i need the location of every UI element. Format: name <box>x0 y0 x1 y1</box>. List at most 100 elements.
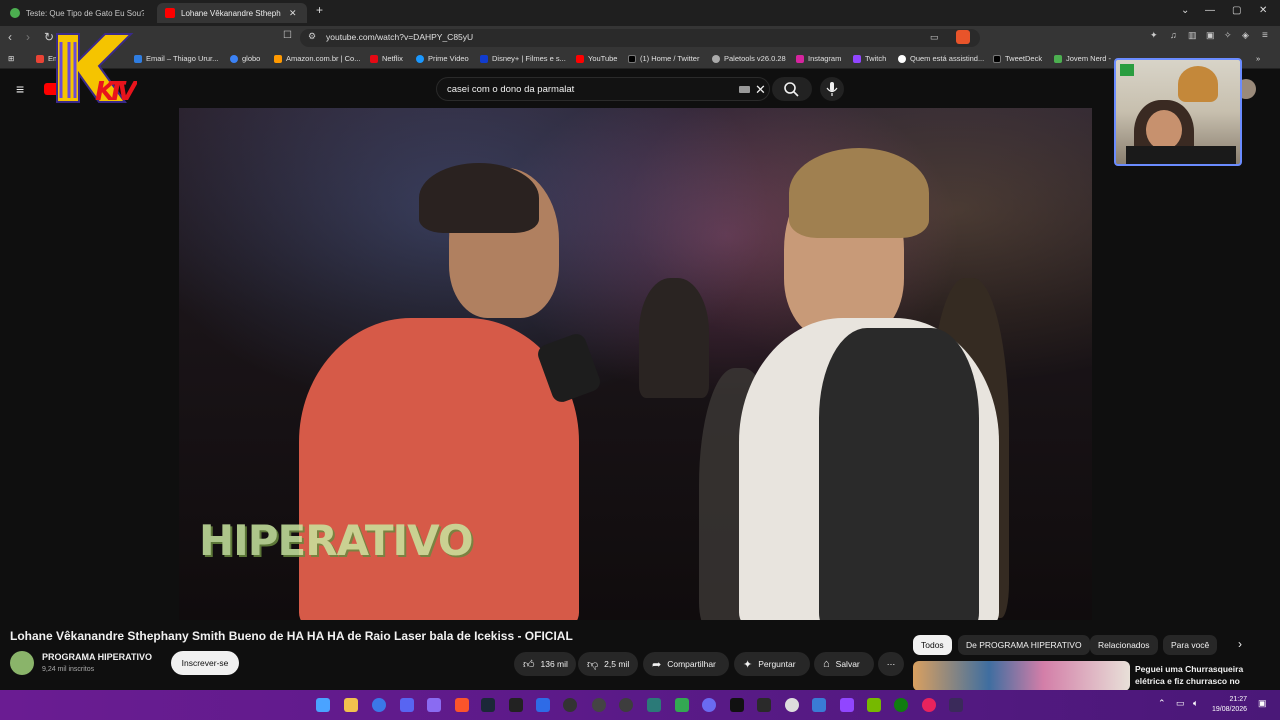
clock-time: 21:27 <box>1229 696 1248 703</box>
chip-related[interactable]: Relacionados <box>1090 635 1158 655</box>
tray-chevron-icon[interactable]: ⌃ <box>1158 698 1166 709</box>
bookmark-item[interactable]: Instagram <box>796 54 841 63</box>
chip-from-channel[interactable]: De PROGRAMA HIPERATIVO <box>958 635 1090 655</box>
obs-icon[interactable] <box>592 698 606 712</box>
more-actions-button[interactable]: ⋯ <box>878 652 904 676</box>
file-explorer-icon[interactable] <box>344 698 358 712</box>
search-button[interactable] <box>772 77 812 101</box>
reload-icon[interactable]: ↻ <box>44 30 54 44</box>
wallet-icon[interactable]: ▣ <box>1206 30 1215 41</box>
voice-search-button[interactable] <box>820 77 844 101</box>
bookmark-item[interactable]: YouTube <box>576 54 617 63</box>
bookmark-item[interactable]: TweetDeck <box>993 54 1042 63</box>
app-icon[interactable] <box>675 698 689 712</box>
bookmark-item[interactable]: globo <box>230 54 260 63</box>
minimize-icon[interactable]: — <box>1205 5 1215 16</box>
bookmark-item[interactable]: Disney+ | Filmes e s... <box>480 54 566 63</box>
sidebar-icon[interactable]: ▥ <box>1188 30 1197 41</box>
cast-icon[interactable]: ▭ <box>930 32 939 43</box>
maximize-icon[interactable]: ▢ <box>1232 5 1241 16</box>
clear-search-icon[interactable]: ✕ <box>755 82 766 98</box>
forward-icon[interactable]: › <box>26 30 30 44</box>
recommended-video-thumbnail[interactable] <box>913 661 1130 691</box>
brave-icon[interactable] <box>455 698 469 712</box>
app-icon[interactable] <box>563 698 577 712</box>
back-icon[interactable]: ‹ <box>8 30 12 44</box>
bookmark-item[interactable]: Prime Video <box>416 54 469 63</box>
app-icon[interactable] <box>509 698 523 712</box>
subscribe-button[interactable]: Inscrever-se <box>171 651 239 675</box>
site-info-icon[interactable]: ⚙ <box>308 31 316 42</box>
system-clock[interactable]: 21:27 19/08/2026 <box>1212 695 1247 715</box>
app-icon[interactable] <box>949 698 963 712</box>
search-input[interactable]: casei com o dono da parmalat ✕ <box>436 77 770 101</box>
nvidia-icon[interactable] <box>867 698 881 712</box>
browser-tab-active[interactable]: Lohane Vêkanandre Sthepha ✕ <box>157 3 307 23</box>
channel-name[interactable]: PROGRAMA HIPERATIVO <box>42 652 152 662</box>
window-close-icon[interactable]: ✕ <box>1259 5 1267 16</box>
share-label: Compartilhar <box>667 659 716 669</box>
twitch-icon[interactable] <box>840 698 854 712</box>
share-icon: ➦ <box>652 658 662 671</box>
app-icon[interactable] <box>619 698 633 712</box>
new-tab-icon[interactable]: + <box>316 3 323 17</box>
app-icon[interactable] <box>536 698 550 712</box>
app-icon[interactable] <box>730 698 744 712</box>
leo-icon[interactable]: ✧ <box>1224 30 1232 41</box>
vpn-icon[interactable]: ◈ <box>1242 30 1249 41</box>
address-bar[interactable]: ⚙ youtube.com/watch?v=DAHPY_C85yU ▭ <box>300 29 980 47</box>
xbox-icon[interactable] <box>894 698 908 712</box>
network-icon[interactable]: ▭ <box>1176 698 1185 709</box>
app-icon[interactable] <box>647 698 661 712</box>
app-icon[interactable] <box>922 698 936 712</box>
volume-icon[interactable]: 🔈︎ <box>1193 698 1198 709</box>
start-icon[interactable] <box>316 698 330 712</box>
notifications-icon[interactable]: ▣ <box>1258 698 1267 709</box>
share-button[interactable]: ➦ Compartilhar <box>643 652 729 676</box>
bookmark-item[interactable]: Jovem Nerd - <box>1054 54 1111 63</box>
close-tab-icon[interactable]: ✕ <box>289 8 297 19</box>
discord-icon[interactable] <box>400 698 414 712</box>
bookmark-item[interactable]: Paletools v26.0.28 <box>712 54 786 63</box>
chevron-right-icon[interactable]: › <box>1238 637 1242 651</box>
dislike-button[interactable]: 👎︎ 2,5 mil <box>578 652 638 676</box>
apps-icon[interactable]: ⊞ <box>8 54 14 63</box>
like-button[interactable]: 👍︎ 136 mil <box>514 652 576 676</box>
recommended-video-title[interactable]: Peguei uma Churrasqueira elétrica e fiz … <box>1135 663 1275 687</box>
app-icon[interactable] <box>812 698 826 712</box>
steam-icon[interactable] <box>481 698 495 712</box>
webcam-flag <box>1120 64 1134 76</box>
save-button[interactable]: ⌂ Salvar <box>814 652 874 676</box>
video-crowd-figure <box>639 278 709 398</box>
chrome-icon[interactable] <box>785 698 799 712</box>
extensions-icon[interactable]: ✦ <box>1150 30 1158 41</box>
bookmark-item[interactable]: Netflix <box>370 54 403 63</box>
chip-for-you[interactable]: Para você <box>1163 635 1218 655</box>
bookmark-item[interactable]: (1) Home / Twitter <box>628 54 699 63</box>
app-icon[interactable] <box>427 698 441 712</box>
browser-tab[interactable]: Teste: Que Tipo de Gato Eu Sou? - e <box>2 3 152 23</box>
more-bookmarks-icon[interactable]: » <box>1256 54 1260 63</box>
ask-button[interactable]: ✦ Perguntar <box>734 652 810 676</box>
bookmark-item[interactable]: Amazon.com.br | Co... <box>274 54 360 63</box>
paletools-icon <box>712 54 720 63</box>
dislike-count: 2,5 mil <box>604 659 630 669</box>
tab-search-icon[interactable]: ⌄ <box>1181 5 1189 16</box>
hamburger-menu-icon[interactable]: ≡ <box>16 81 24 97</box>
menu-icon[interactable]: ≡ <box>1262 30 1268 41</box>
bookmark-item[interactable]: Twitch <box>853 54 886 63</box>
brave-shield-icon[interactable] <box>956 30 970 44</box>
app-icon[interactable] <box>372 698 386 712</box>
channel-avatar[interactable] <box>10 651 34 675</box>
tab-title: Teste: Que Tipo de Gato Eu Sou? - e <box>25 8 144 18</box>
bookmark-icon[interactable]: ☐ <box>283 30 292 41</box>
media-icon[interactable]: ♫ <box>1170 30 1177 40</box>
app-icon[interactable] <box>757 698 771 712</box>
thumbs-up-icon: 👍︎ <box>523 658 535 671</box>
keyboard-icon[interactable] <box>739 86 750 93</box>
app-icon[interactable] <box>702 698 716 712</box>
chip-all[interactable]: Todos <box>913 635 952 655</box>
bookmark-item[interactable]: Quem está assistind... <box>898 54 984 63</box>
bookmark-item[interactable]: Email – Thiago Urur... <box>134 54 218 63</box>
video-player[interactable]: HIPERATIVO <box>179 108 1092 620</box>
